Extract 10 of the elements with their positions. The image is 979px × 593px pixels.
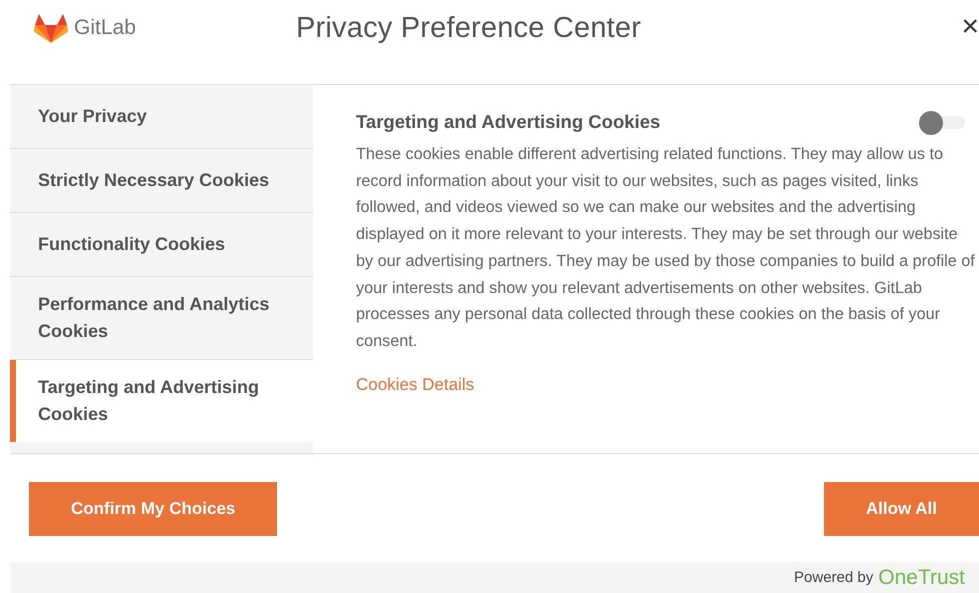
sidebar-item[interactable]: Targeting and Advertising Cookies (10, 360, 313, 442)
powered-by-text: Powered by (794, 569, 874, 586)
section-heading: Targeting and Advertising Cookies (356, 111, 660, 133)
toggle-switch[interactable] (919, 111, 965, 133)
dialog-title: Privacy Preference Center (296, 12, 642, 44)
fox-logo-icon (34, 13, 68, 43)
brand-logo-text: OneTrust (878, 566, 965, 590)
logo-text: GitLab (74, 16, 136, 40)
close-button[interactable]: × (957, 12, 979, 42)
description-text: These cookies enable different advertising related functions. They may allow us to record information about your visit to our websites, such as pages visited, links followed, and videos viewed so we can make our websites and the advertising displayed on it more relevant to your interests. They may be set through our website by our advertising partners. They may be used by those companies to build a profile of your interests and show you relevant advertisements on other websites. GitLab processes any personal data collected through these cookies on the basis of your consent. (356, 144, 975, 352)
